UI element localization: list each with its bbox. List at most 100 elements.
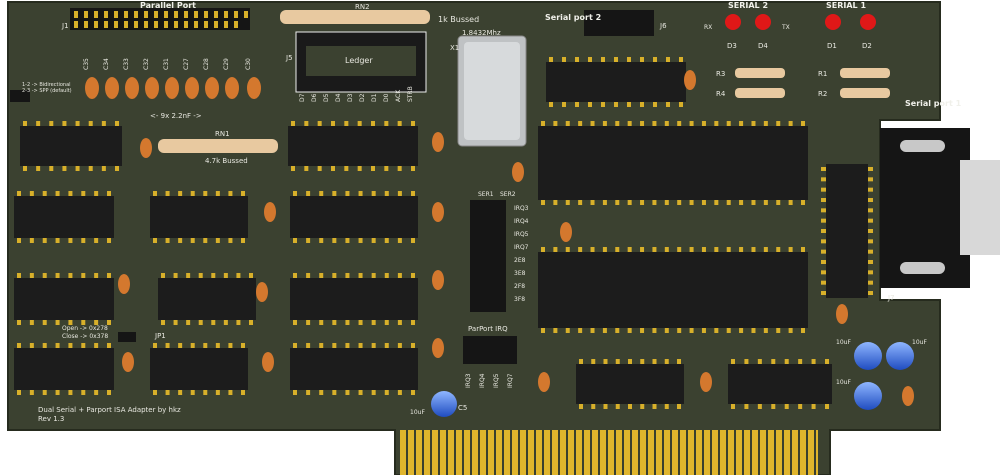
c3-value: 10uF xyxy=(912,339,927,346)
ic-pin xyxy=(868,291,873,295)
ic-pin xyxy=(541,328,545,333)
ic-pin xyxy=(107,390,111,395)
ic-pin xyxy=(601,102,605,107)
ic-pin xyxy=(640,200,645,205)
ic-pin xyxy=(411,238,415,243)
led-rx-label: RX xyxy=(704,24,712,31)
ic-pin xyxy=(825,359,829,364)
ic-pin xyxy=(81,273,86,278)
d4-led xyxy=(755,14,771,30)
ic-pin xyxy=(107,238,111,243)
ic-pin xyxy=(371,320,376,325)
ic-pin xyxy=(679,57,683,62)
ic-pin xyxy=(771,359,776,364)
ic-pin xyxy=(306,320,311,325)
board-title: Dual Serial + Parport ISA Adapter by hkz xyxy=(38,406,181,414)
r4-refdes: R4 xyxy=(716,90,726,98)
ic-pin xyxy=(198,320,203,325)
ic-pin xyxy=(17,320,21,325)
ic-pin xyxy=(68,390,73,395)
d2-led xyxy=(860,14,876,30)
ic-u13 xyxy=(150,348,248,390)
ic-pin xyxy=(371,238,376,243)
c5-value: 10uF xyxy=(410,409,425,416)
ic-pin xyxy=(788,121,793,126)
ic-pin xyxy=(397,238,402,243)
ic-pin xyxy=(42,343,47,348)
cap-c34 xyxy=(105,77,119,99)
ic-pin xyxy=(223,320,228,325)
ic-pin xyxy=(726,200,731,205)
ic-pin xyxy=(714,247,719,252)
ic-pin xyxy=(215,191,220,196)
ic-pin xyxy=(190,238,195,243)
ic-pin xyxy=(541,121,545,126)
ic-pin xyxy=(821,260,826,264)
cap-refdes-c34: C34 xyxy=(103,58,110,70)
ic-pin xyxy=(614,102,618,107)
ic-pin xyxy=(344,121,349,126)
ic-pin xyxy=(821,291,826,295)
ic-pin xyxy=(397,166,402,171)
ic-pin xyxy=(291,166,295,171)
ic-pin xyxy=(664,328,669,333)
ic-pin xyxy=(744,359,749,364)
ic-pin xyxy=(384,390,389,395)
ic-pin xyxy=(652,247,657,252)
ic-pin xyxy=(751,328,756,333)
ic-pin xyxy=(549,57,553,62)
ic-pin xyxy=(358,390,363,395)
ic-pin xyxy=(602,247,607,252)
bidir-note-2: 2-3 -> SPP (default) xyxy=(22,88,72,94)
ic-pin xyxy=(371,191,376,196)
ic-pin xyxy=(358,238,363,243)
ic-pin xyxy=(55,238,60,243)
ic-pin xyxy=(565,200,570,205)
ic-pin xyxy=(821,270,826,275)
ser-jumper-block xyxy=(470,200,506,312)
ic-pin xyxy=(332,390,337,395)
jumper-label-irq7: IRQ7 xyxy=(514,244,529,251)
jumper-label-3e8: 3E8 xyxy=(514,270,526,277)
ic-pin xyxy=(75,121,80,126)
ic-pin xyxy=(628,404,632,409)
cap-refdes-c30: C30 xyxy=(245,58,252,70)
d3-refdes: D3 xyxy=(727,42,737,50)
parport-irq-header xyxy=(463,336,517,364)
c6-electrolytic-cap xyxy=(854,342,882,370)
ic-pin xyxy=(763,200,768,205)
ic-pin xyxy=(615,247,620,252)
ic-pin xyxy=(652,200,657,205)
ic-pin xyxy=(115,166,119,171)
isa-edge-connector xyxy=(400,430,818,475)
ic-pin xyxy=(371,390,376,395)
ic-pin xyxy=(345,390,350,395)
ic-pin xyxy=(776,328,781,333)
ic-pin xyxy=(798,404,803,409)
ser1-label: SER1 xyxy=(478,191,494,198)
ic-pin xyxy=(29,320,34,325)
ic-u14 xyxy=(158,278,256,320)
ic-u21 xyxy=(288,126,418,166)
ic-pin xyxy=(776,121,781,126)
ic-u2 xyxy=(728,364,832,404)
ic-pin xyxy=(165,191,170,196)
ic-pin xyxy=(173,273,178,278)
cap-refdes-c33: C33 xyxy=(123,58,130,70)
decoupling-capacitor xyxy=(432,202,444,222)
ic-pin xyxy=(215,343,220,348)
ic-pin xyxy=(384,343,389,348)
board-revision: Rev 1.3 xyxy=(38,415,64,423)
ic-pin xyxy=(801,121,805,126)
cap-c29 xyxy=(225,77,239,99)
ic-pin xyxy=(332,191,337,196)
decoupling-capacitor xyxy=(902,386,914,406)
r1-refdes: R1 xyxy=(818,70,827,78)
ic-pin xyxy=(701,200,706,205)
ic-pin xyxy=(55,191,60,196)
ic-pin xyxy=(788,200,793,205)
ic-pin xyxy=(411,390,415,395)
ic-pin xyxy=(578,121,583,126)
rn2-resistor-network xyxy=(280,10,430,24)
ic-u4 xyxy=(538,126,808,200)
